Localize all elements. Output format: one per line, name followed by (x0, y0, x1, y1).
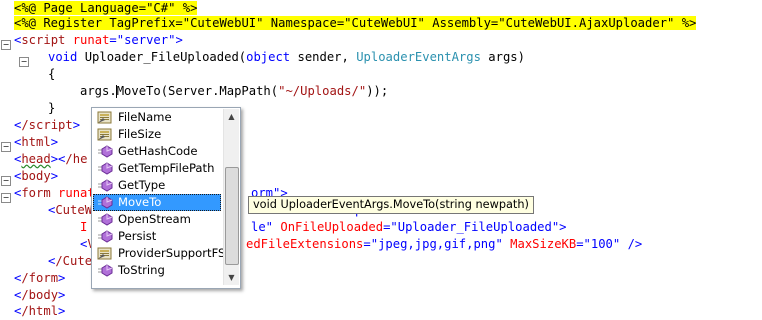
completion-item-filename[interactable]: FileName (93, 109, 221, 126)
code-line-9: <html> (14, 135, 59, 149)
code-line-11: <body> (14, 169, 59, 183)
code-line-14: I (80, 220, 88, 234)
method-icon (97, 145, 113, 158)
collapse-icon[interactable]: − (1, 142, 11, 152)
signature-tooltip: void UploaderEventArgs.MoveTo(string new… (248, 196, 534, 214)
method-icon (97, 196, 113, 209)
completion-item-tostring[interactable]: ToString (93, 262, 221, 279)
scroll-down-arrow-icon[interactable]: ▼ (224, 270, 239, 285)
completion-list[interactable]: FileName FileSize GetHashCode GetTempFil… (91, 107, 241, 289)
code-line-4: void Uploader_FileUploaded(object sender… (48, 50, 525, 64)
method-icon (97, 213, 113, 226)
register-directive: <%@ Register TagPrefix="CuteWebUI" Names… (14, 16, 697, 30)
collapse-icon[interactable]: − (1, 193, 11, 203)
code-line-14-tail: le" OnFileUploaded="Uploader_FileUploade… (251, 220, 567, 234)
code-line-16: </Cute (48, 254, 93, 268)
code-line-18: </body> (14, 288, 66, 302)
completion-item-filesize[interactable]: FileSize (93, 126, 221, 143)
completion-item-gettempfilepath[interactable]: GetTempFilePath (93, 160, 221, 177)
scrollbar-thumb[interactable] (225, 167, 239, 265)
completion-item-providersupportfs[interactable]: ProviderSupportFS (93, 245, 225, 262)
code-line-3: <script runat="server"> (14, 33, 183, 47)
collapse-icon[interactable]: − (19, 57, 29, 67)
code-line-10: <head></he (14, 152, 88, 166)
completion-item-gethashcode[interactable]: GetHashCode (93, 143, 221, 160)
method-icon (97, 162, 113, 175)
code-line-5: { (48, 67, 56, 81)
completion-item-openstream[interactable]: OpenStream (93, 211, 221, 228)
completion-item-moveto[interactable]: MoveTo (93, 194, 221, 211)
method-icon (97, 179, 113, 192)
collapse-icon[interactable]: − (1, 176, 11, 186)
collapse-icon[interactable]: − (1, 40, 11, 50)
scroll-up-arrow-icon[interactable]: ▲ (224, 109, 239, 124)
code-line-19: </html> (14, 304, 66, 318)
property-icon (97, 128, 113, 141)
code-line-15-tail: edFileExtensions="jpeg,jpg,gif,png" MaxS… (246, 237, 643, 251)
completion-item-persist[interactable]: Persist (93, 228, 221, 245)
method-icon (97, 230, 113, 243)
code-line-6: args.MoveTo(Server.MapPath("~/Uploads/")… (80, 84, 389, 98)
page-directive: <%@ Page Language="C#" %> (14, 1, 198, 15)
property-icon (97, 247, 113, 260)
code-line-8: </script> (14, 118, 81, 132)
code-line-7: } (48, 101, 56, 115)
code-line-13: <CuteW (48, 203, 93, 217)
property-icon (97, 111, 113, 124)
completion-scrollbar[interactable]: ▲ ▼ (223, 109, 239, 285)
code-line-17: </form> (14, 271, 66, 285)
code-line-12: <form runat (14, 186, 95, 200)
completion-item-gettype[interactable]: GetType (93, 177, 221, 194)
method-icon (97, 264, 113, 277)
code-line-2: <%@ Register TagPrefix="CuteWebUI" Names… (14, 15, 697, 32)
